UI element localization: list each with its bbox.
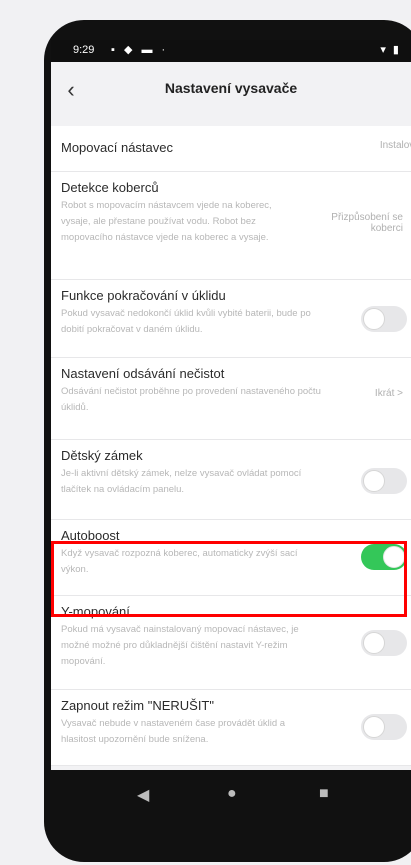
setting-description: Robot s mopovacím nástavcem vjede na kob… (61, 200, 272, 243)
chevron-left-icon[interactable]: ‹ (57, 76, 85, 104)
setting-resume-cleaning[interactable]: Funkce pokračování v úklidu Pokud vysava… (51, 280, 411, 358)
setting-dirt-evacuation[interactable]: Nastavení odsávání nečistot Odsávání neč… (51, 358, 411, 440)
setting-value: Instalováno (379, 140, 411, 151)
setting-do-not-disturb[interactable]: Zapnout režim "NERUŠIT" Vysavač nebude v… (51, 690, 411, 766)
signal-battery-icons: ▾ ▮ (380, 44, 401, 56)
screen: 9:29 ▪ ◆ ▬ · ▾ ▮ ‹ Nastavení vysavače Mo… (51, 40, 411, 820)
nav-home-icon[interactable]: ● (227, 785, 237, 803)
setting-description: Odsávání nečistot proběhne po provedení … (61, 386, 321, 413)
toggle-knob (363, 632, 385, 654)
nav-recents-icon[interactable]: ■ (319, 785, 329, 803)
toggle-knob (363, 470, 385, 492)
app-bar: ‹ Nastavení vysavače (51, 62, 411, 122)
y-mopping-toggle[interactable] (361, 630, 407, 656)
toggle-knob (363, 716, 385, 738)
settings-list: Mopovací nástavec Instalováno Detekce ko… (51, 126, 411, 766)
setting-description: Pokud vysavač nedokončí úklid kvůli vybi… (61, 308, 311, 335)
setting-title: Funkce pokračování v úklidu (61, 288, 226, 303)
resume-cleaning-toggle[interactable] (361, 306, 407, 332)
setting-value: Ikrát > (374, 388, 403, 399)
setting-description: Pokud má vysavač nainstalovaný mopovací … (61, 624, 299, 667)
setting-mop-attachment[interactable]: Mopovací nástavec Instalováno (51, 126, 411, 172)
setting-title: Dětský zámek (61, 448, 143, 463)
setting-description: Vysavač nebude v nastaveném čase provádě… (61, 718, 286, 745)
status-time: 9:29 (73, 44, 95, 56)
toggle-knob (363, 308, 385, 330)
setting-title: Detekce koberců (61, 180, 159, 195)
setting-description: Je-li aktivní dětský zámek, nelze vysava… (61, 468, 302, 495)
notification-icons: ▪ ◆ ▬ · (111, 44, 169, 56)
setting-title: Zapnout režim "NERUŠIT" (61, 698, 214, 713)
status-bar: 9:29 ▪ ◆ ▬ · ▾ ▮ (51, 40, 411, 62)
setting-carpet-detection[interactable]: Detekce koberců Robot s mopovacím nástav… (51, 172, 411, 280)
android-nav-bar: ◀ ● ■ (51, 770, 411, 820)
setting-child-lock[interactable]: Dětský zámek Je-li aktivní dětský zámek,… (51, 440, 411, 520)
autoboost-highlight-box (51, 541, 407, 617)
setting-title: Nastavení odsávání nečistot (61, 366, 225, 381)
child-lock-toggle[interactable] (361, 468, 407, 494)
setting-value: Přizpůsobení se koberci (331, 212, 403, 234)
setting-title: Mopovací nástavec (61, 140, 174, 155)
do-not-disturb-toggle[interactable] (361, 714, 407, 740)
page-title: Nastavení vysavače (164, 80, 298, 96)
nav-back-icon[interactable]: ◀ (137, 785, 149, 805)
